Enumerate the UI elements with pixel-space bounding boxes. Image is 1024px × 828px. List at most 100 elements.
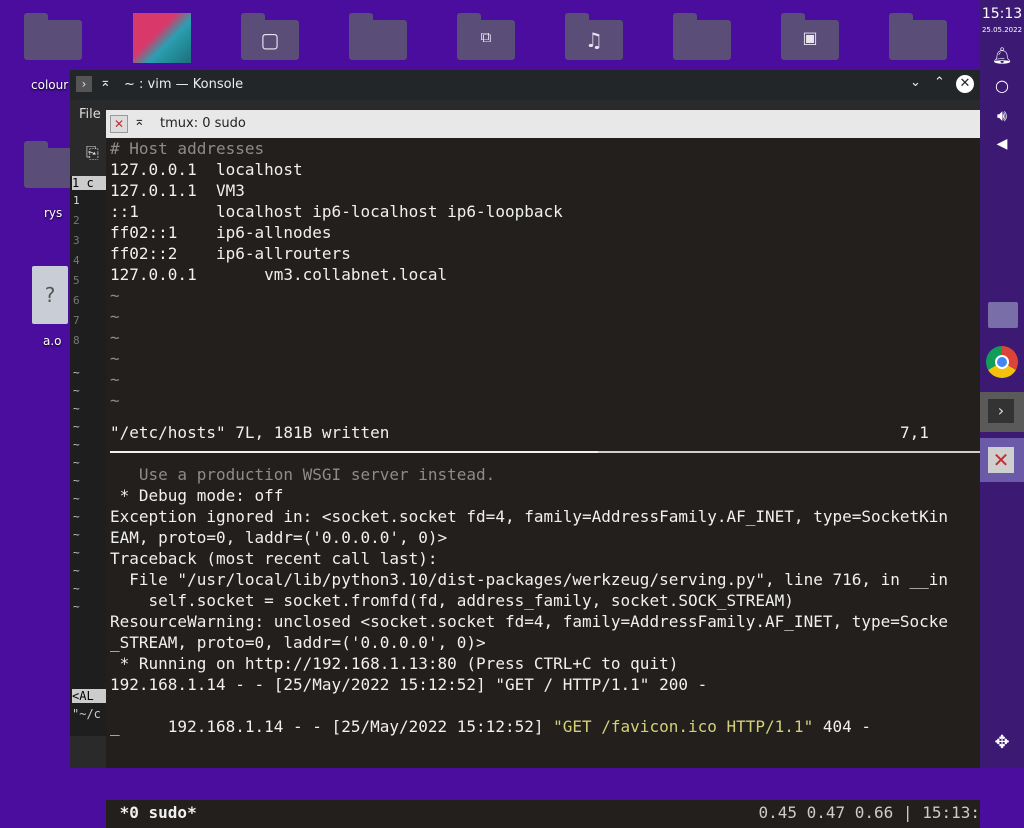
close-window-button[interactable]: ✕	[956, 75, 974, 93]
apps-icon: ⧉	[480, 28, 492, 46]
desktop-label-ao: a.o	[43, 334, 62, 348]
arrow-left-icon[interactable]: ◀	[980, 136, 1024, 152]
window-title: ~ : vim — Konsole	[124, 77, 244, 92]
vim-line: ff02::2 ip6-allrouters	[110, 244, 351, 263]
log-line: Traceback (most recent call last):	[110, 549, 438, 568]
note-icon: ▢	[260, 28, 280, 52]
log-line-request: "GET /favicon.ico HTTP/1.1"	[553, 717, 814, 736]
inner-vim-line-number: 5	[73, 274, 80, 287]
tmux-title: tmux: 0 sudo	[160, 116, 246, 131]
terminal-app-icon: ›	[76, 76, 92, 92]
desktop-label-rys: rys	[44, 206, 63, 220]
folder-icon: ▢	[241, 13, 299, 60]
active-pane-indicator	[110, 451, 598, 453]
image-thumbnail-icon	[133, 13, 191, 63]
log-line: * Running on http://192.168.1.13:80 (Pre…	[110, 654, 679, 673]
vim-empty-line-tilde: ~	[110, 307, 120, 326]
folder-icon	[889, 13, 947, 60]
inner-vim-tilde: ~	[73, 546, 80, 559]
clock-time[interactable]: 15:13	[980, 6, 1024, 22]
bulb-icon[interactable]: ○	[980, 76, 1024, 95]
terminal-area[interactable]: # Host addresses 127.0.0.1 localhost 127.0…	[106, 138, 980, 828]
vim-line: ::1 localhost ip6-localhost ip6-loopback	[110, 202, 563, 221]
inner-vim-tilde: ~	[73, 366, 80, 379]
bell-icon[interactable]: 🔔︎	[980, 46, 1024, 65]
konsole-icon[interactable]: ›	[980, 392, 1024, 432]
keep-above-icon[interactable]: ⌅	[100, 75, 111, 90]
folder-icon: ▣	[781, 13, 839, 60]
vim-empty-line-tilde: ~	[110, 286, 120, 305]
right-panel: 15:13 25.05.2022 🔔︎ ○ 🔊︎ ◀ › ✕ ✥	[980, 0, 1024, 768]
folder-icon	[673, 13, 731, 60]
inner-vim-tilde: ~	[73, 582, 80, 595]
vim-empty-line-tilde: ~	[110, 391, 120, 410]
inner-vim-tilde: ~	[73, 384, 80, 397]
desktop-folder-pictures[interactable]: ▣	[781, 10, 841, 62]
vim-empty-line-tilde: ~	[110, 370, 120, 389]
log-line: ResourceWarning: unclosed <socket.socket…	[110, 612, 949, 631]
tmux-close-icon[interactable]: ✕	[110, 115, 128, 133]
log-line: Exception ignored in: <socket.socket fd=…	[110, 507, 949, 526]
inner-vim-pane: 1 c 1 2 3 4 5 6 7 8 ~ ~ ~ ~ ~ ~ ~ ~ ~ ~ ~ ~ ~ ~ <AL "~/c	[70, 176, 106, 736]
unknown-file-icon: ?	[32, 266, 68, 324]
konsole-window: › ⌅ ~ : vim — Konsole ⌄ ⌃ ✕ File ⎘ 1 c 1…	[70, 70, 980, 828]
speaker-icon[interactable]: 🔊︎	[980, 106, 1024, 126]
vim-message: "/etc/hosts" 7L, 181B written	[110, 423, 390, 442]
inner-vim-tilde: ~	[73, 402, 80, 415]
inner-vim-tilde: ~	[73, 564, 80, 577]
inner-vim-tilde: ~	[73, 456, 80, 469]
konsole-titlebar[interactable]: › ⌅ ~ : vim — Konsole ⌄ ⌃ ✕	[70, 70, 980, 100]
inner-vim-line-number: 1	[73, 194, 80, 207]
music-icon: ♫	[585, 28, 603, 52]
desktop-folder-plain-3[interactable]	[889, 10, 949, 62]
inner-vim-line-number: 6	[73, 294, 80, 307]
picture-icon: ▣	[802, 28, 818, 47]
desktop-image-thumbnail[interactable]	[133, 10, 193, 63]
keep-above-icon[interactable]: ⌅	[134, 114, 145, 129]
inner-vim-tilde: ~	[73, 528, 80, 541]
inner-vim-mode: <AL	[72, 689, 106, 703]
log-line: EAM, proto=0, laddr=('0.0.0.0', 0)>	[110, 528, 448, 547]
vim-position: 7,1	[900, 423, 929, 442]
inner-vim-line-number: 3	[73, 234, 80, 247]
desktop-folder-music[interactable]: ♫	[565, 10, 625, 62]
log-line: File "/usr/local/lib/python3.10/dist-pac…	[110, 570, 949, 589]
desktop-folder-plain[interactable]	[349, 10, 409, 62]
close-icon[interactable]: ✕	[980, 438, 1024, 482]
menu-file[interactable]: File	[79, 107, 101, 122]
maximize-icon[interactable]: ⌃	[934, 75, 945, 90]
vim-empty-line-tilde: ~	[110, 328, 120, 347]
log-line: 192.168.1.14 - - [25/May/2022 15:12:52] …	[110, 675, 708, 694]
tmux-window-label[interactable]: *0 sudo*	[110, 802, 197, 823]
tmux-load-clock: 0.45 0.47 0.66 | 15:13:	[758, 803, 980, 822]
inner-vim-tilde: ~	[73, 438, 80, 451]
chrome-icon[interactable]	[986, 346, 1018, 378]
vim-line: ff02::1 ip6-allnodes	[110, 223, 332, 242]
cursor: _	[110, 717, 120, 736]
minimize-icon[interactable]: ⌄	[910, 75, 921, 90]
new-tab-icon[interactable]: ⎘	[86, 143, 99, 163]
folder-icon[interactable]	[988, 302, 1018, 328]
inner-vim-tilde: ~	[73, 474, 80, 487]
inner-vim-line-number: 8	[73, 334, 80, 347]
inner-vim-tilde: ~	[73, 420, 80, 433]
inner-vim-file: "~/c	[72, 707, 101, 721]
log-line-suffix: 404 -	[813, 717, 871, 736]
tmux-status-bar: *0 sudo* 0.45 0.47 0.66 | 15:13:	[106, 800, 980, 828]
folder-icon	[349, 13, 407, 60]
inner-vim-tab[interactable]: 1 c	[72, 176, 106, 190]
vim-empty-line-tilde: ~	[110, 349, 120, 368]
move-icon[interactable]: ✥	[980, 732, 1024, 753]
desktop-folder-notes[interactable]: ▢	[241, 10, 301, 62]
log-line: Use a production WSGI server instead.	[110, 465, 496, 484]
desktop-folder-plain-2[interactable]	[673, 10, 733, 62]
log-line: 192.168.1.14 - - [25/May/2022 15:12:52] …	[110, 695, 871, 758]
inner-vim-line-number: 7	[73, 314, 80, 327]
tmux-titlebar[interactable]: ✕ ⌅ tmux: 0 sudo	[106, 110, 980, 138]
desktop-folder-apps[interactable]: ⧉	[457, 10, 517, 62]
inner-vim-line-number: 4	[73, 254, 80, 267]
desktop-folder-colour[interactable]	[24, 10, 84, 62]
folder-icon: ♫	[565, 13, 623, 60]
inner-vim-tilde: ~	[73, 600, 80, 613]
vim-line: 127.0.1.1 VM3	[110, 181, 245, 200]
